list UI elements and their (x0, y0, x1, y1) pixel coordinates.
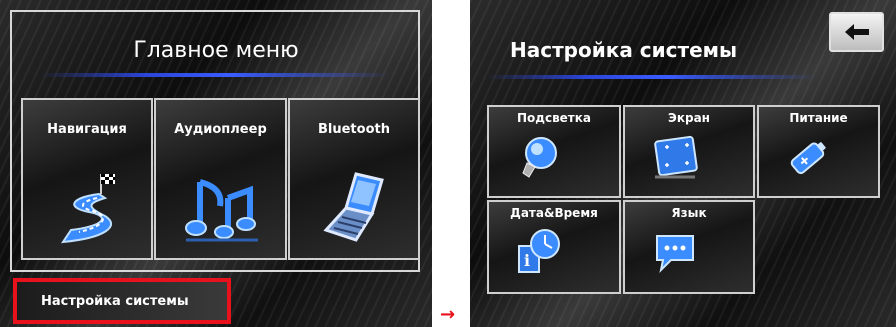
settings-item-language[interactable]: Язык (623, 200, 755, 294)
settings-item-label: Экран (668, 111, 710, 125)
clock-icon: i (518, 229, 560, 273)
main-menu-screen: Главное меню Навигация Аудиоплеер Blueto… (0, 0, 432, 327)
menu-item-label: Аудиоплеер (174, 122, 267, 137)
menu-item-label: Bluetooth (318, 122, 390, 137)
settings-item-label: Язык (671, 206, 707, 220)
settings-item-label: Подсветка (516, 111, 592, 125)
system-settings-button[interactable]: Настройка системы (13, 278, 231, 324)
speech-bubble-icon (656, 235, 694, 274)
battery-icon (790, 142, 826, 175)
title-underline (486, 75, 816, 79)
menu-item-navigation[interactable]: Навигация (21, 98, 153, 260)
svg-text:i: i (524, 251, 530, 270)
settings-item-power[interactable]: Питание (757, 105, 880, 198)
back-arrow-icon (844, 24, 869, 40)
menu-item-bluetooth[interactable]: Bluetooth (288, 98, 420, 260)
settings-item-date-time[interactable]: Дата&Время i (487, 200, 621, 294)
menu-item-audio-player[interactable]: Аудиоплеер (154, 98, 287, 260)
main-menu-title: Главное меню (133, 38, 299, 63)
settings-item-screen[interactable]: Экран (623, 105, 755, 198)
screen-calibrate-icon (654, 135, 698, 179)
light-bulb-icon (522, 137, 557, 178)
music-notes-icon (185, 179, 258, 242)
system-settings-title: Настройка системы (510, 38, 738, 62)
transition-arrow: → (440, 304, 456, 325)
system-settings-screen: Настройка системы Подсветка Экран Питани… (470, 0, 896, 327)
navigation-road-icon (61, 174, 115, 244)
back-button[interactable] (829, 12, 884, 52)
settings-item-label: Питание (789, 111, 848, 125)
mobile-phone-icon (323, 172, 384, 242)
menu-item-label: Навигация (47, 122, 127, 137)
settings-item-label: Дата&Время (510, 206, 598, 220)
settings-item-backlight[interactable]: Подсветка (487, 105, 621, 198)
title-underline (40, 73, 390, 77)
